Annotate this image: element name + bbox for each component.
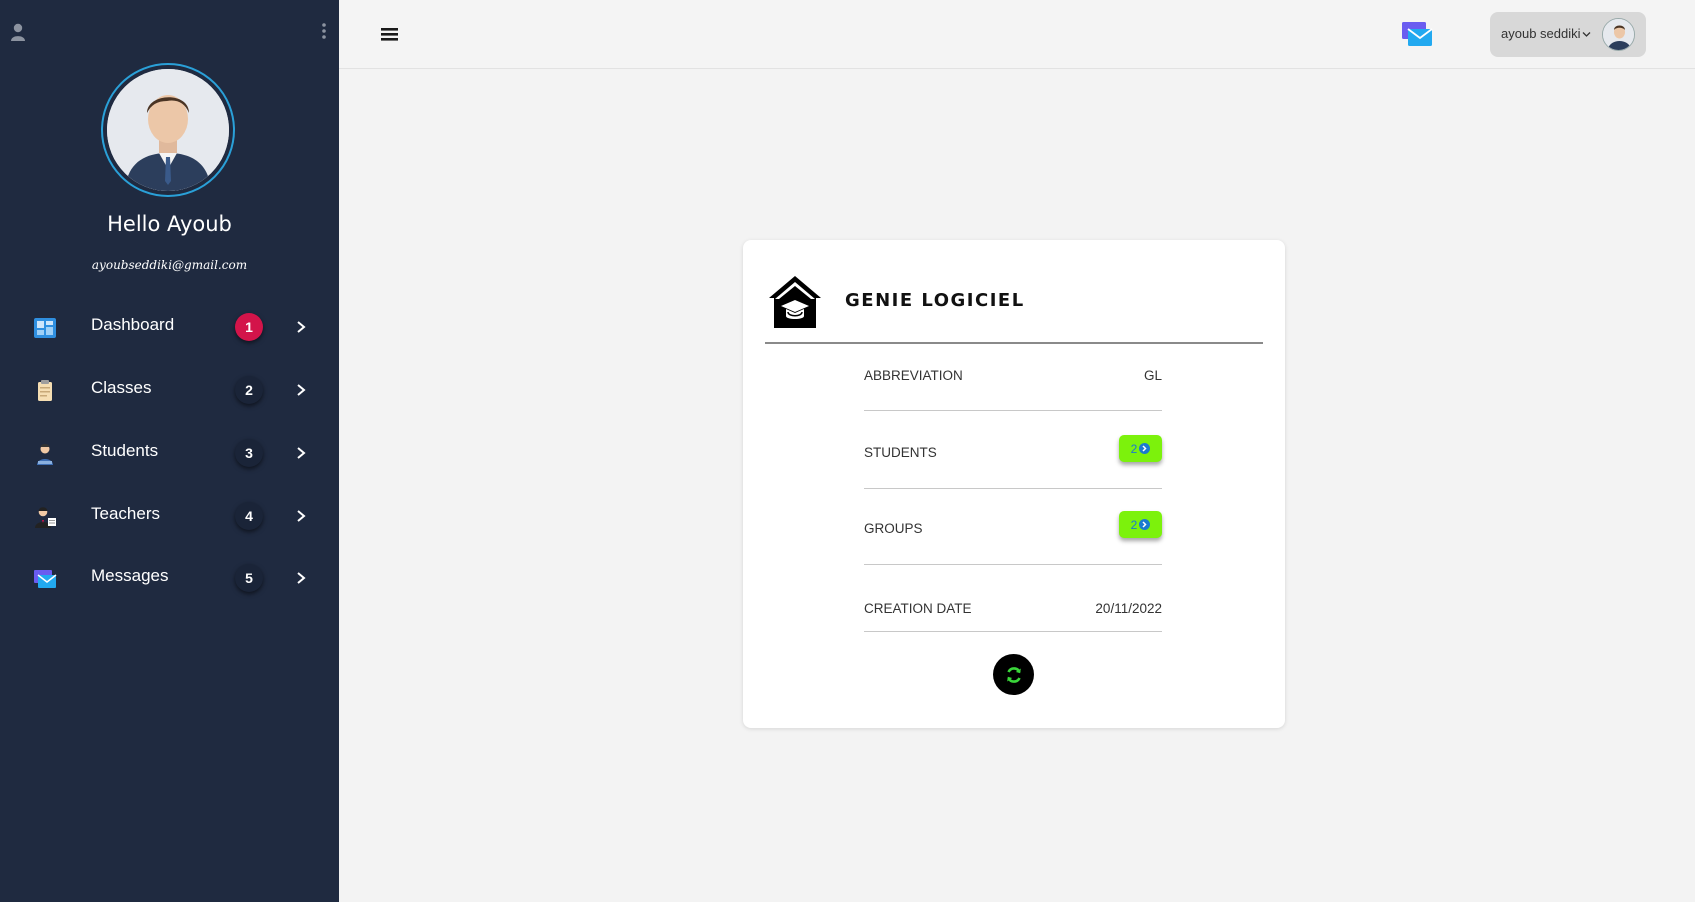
class-title: GENIE LOGICIEL [845,290,1025,311]
notification-badge: 1 [235,313,263,341]
student-icon [37,444,53,465]
sidebar-item-label: Students [91,441,159,460]
greeting: Hello Ayoub [107,212,232,236]
profile-avatar-ring [101,63,235,197]
groups-count-button[interactable]: 2 [1119,511,1162,538]
sidebar-item-classes[interactable]: Classes 2 [0,365,339,415]
chevron-right-icon [297,510,306,522]
envelope-icon[interactable] [1401,20,1433,48]
refresh-button[interactable] [993,654,1034,695]
user-name: ayoub seddiki [1501,26,1581,41]
topbar: ayoub seddiki [339,0,1695,69]
clipboard-icon [38,380,52,401]
sidebar-item-label: Teachers [91,504,160,523]
row-label: STUDENTS [864,445,937,460]
row-label: ABBREVIATION [864,368,963,383]
divider [765,342,1263,344]
students-count-button[interactable]: 2 [1119,435,1162,462]
arrow-circle-right-icon [1139,519,1151,530]
user-menu[interactable]: ayoub seddiki [1490,12,1646,57]
notification-badge: 4 [235,502,263,530]
sidebar-item-students[interactable]: Students 3 [0,428,339,478]
students-count: 2 [1130,441,1138,456]
kebab-menu-icon[interactable] [320,22,328,40]
sidebar-item-dashboard[interactable]: Dashboard 1 [0,302,339,352]
row-value: 20/11/2022 [1095,601,1162,616]
dashboard-icon [34,318,56,338]
chevron-down-icon [1582,32,1591,37]
hamburger-icon[interactable] [381,26,398,42]
user-icon[interactable] [10,22,26,42]
detail-row-students: STUDENTS 2 [864,435,1162,489]
chevron-right-icon [297,572,306,584]
class-detail-card: GENIE LOGICIEL ABBREVIATION GL STUDENTS … [743,240,1285,728]
notification-badge: 2 [235,376,263,404]
sidebar-item-label: Classes [91,378,152,397]
avatar [1602,18,1635,51]
teacher-icon [35,507,56,528]
chevron-right-icon [297,447,306,459]
notification-badge: 3 [235,439,263,467]
chevron-right-icon [297,384,306,396]
notification-badge: 5 [235,564,263,592]
envelope-icon [34,570,57,588]
chevron-right-icon [297,321,306,333]
row-label: CREATION DATE [864,601,972,616]
row-label: GROUPS [864,521,923,536]
refresh-icon [1006,666,1021,683]
sidebar: Hello Ayoub ayoubseddiki@gmail.com Dashb… [0,0,339,902]
user-email: ayoubseddiki@gmail.com [91,258,248,272]
detail-row-abbreviation: ABBREVIATION GL [864,368,1162,411]
arrow-circle-right-icon [1139,443,1151,454]
sidebar-item-messages[interactable]: Messages 5 [0,553,339,603]
detail-row-groups: GROUPS 2 [864,511,1162,565]
sidebar-item-label: Messages [91,566,169,585]
sidebar-item-teachers[interactable]: Teachers 4 [0,491,339,541]
detail-row-creation-date: CREATION DATE 20/11/2022 [864,601,1162,632]
avatar [107,69,229,191]
sidebar-item-label: Dashboard [91,315,175,334]
groups-count: 2 [1130,517,1138,532]
row-value: GL [1143,368,1162,383]
graduation-house-icon [769,276,821,328]
